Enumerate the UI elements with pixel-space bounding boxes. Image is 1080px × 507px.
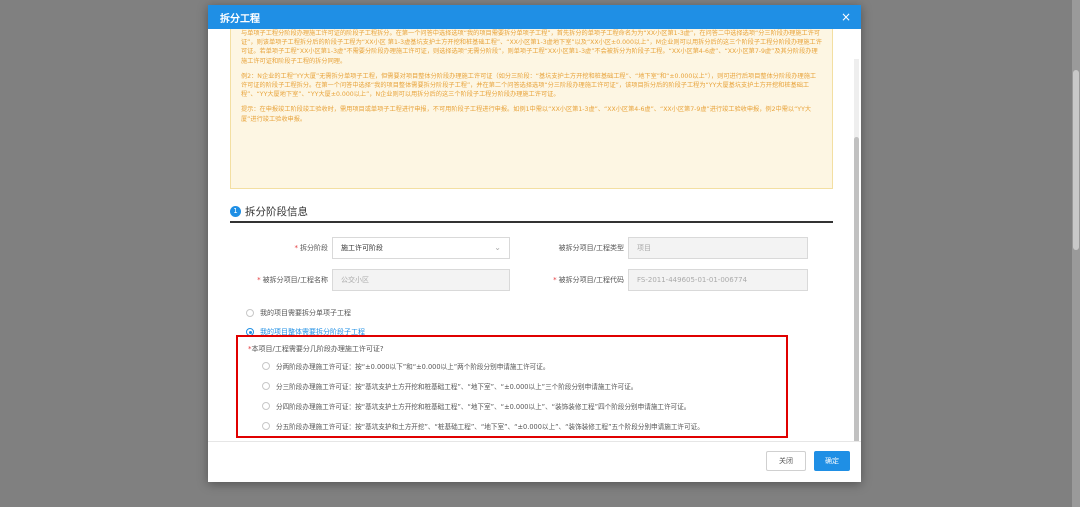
section-number: 1 [230, 205, 241, 217]
code-field: FS-2011-449605-01-01-006774 [628, 269, 808, 291]
split-option-single[interactable]: 我的项目需要拆分单项子工程 [246, 308, 351, 318]
dialog-footer: 关闭 确定 [208, 441, 861, 482]
split-project-dialog: 拆分工程 × 与单项子工程分阶段办理施工许可证的阶段子工程拆分。在第一个问答中选… [208, 5, 861, 482]
name-field: 公交小区 [332, 269, 510, 291]
stage-option-five-label: 分五阶段办理施工许可证：按“基坑支护和土方开挖”、“桩基础工程”、“地下室”、“… [276, 423, 704, 431]
stage-option-five[interactable]: 分五阶段办理施工许可证：按“基坑支护和土方开挖”、“桩基础工程”、“地下室”、“… [262, 421, 704, 431]
split-option-single-label: 我的项目需要拆分单项子工程 [260, 309, 351, 317]
question-label: *本项目/工程需要分几阶段办理施工许可证? [248, 345, 384, 353]
type-label: 被拆分项目/工程类型 [558, 244, 624, 252]
section-header: 1 拆分阶段信息 [230, 201, 833, 223]
stage-select-value: 施工许可阶段 [341, 244, 383, 252]
stage-option-two[interactable]: 分两阶段办理施工许可证：按“±0.000以下”和“±0.000以上”两个阶段分别… [262, 361, 549, 371]
dialog-header: 拆分工程 × [208, 5, 861, 29]
radio-unchecked-icon[interactable] [262, 422, 270, 430]
chevron-down-icon: ⌄ [494, 243, 501, 252]
notice-paragraph-2: 例2：N企业的工程“YY大厦”无需拆分单项子工程，但需要对项目整体分阶段办理施工… [241, 72, 817, 99]
form-row-name: * 被拆分项目/工程名称 公交小区 * 被拆分项目/工程代码 FS-2011-449… [208, 269, 861, 291]
stage-option-three[interactable]: 分三阶段办理施工许可证：按“基坑支护土方开挖和桩基础工程”、“地下室”、“±0.… [262, 381, 637, 391]
dialog-scrollbar[interactable] [854, 59, 859, 441]
radio-unchecked-icon[interactable] [262, 362, 270, 370]
section-title: 拆分阶段信息 [245, 205, 308, 218]
stage-label: * 拆分阶段 [294, 244, 329, 252]
form-row-stage: * 拆分阶段 施工许可阶段 ⌄ 被拆分项目/工程类型 项目 [208, 237, 861, 259]
confirm-button[interactable]: 确定 [814, 451, 850, 471]
radio-unchecked-icon[interactable] [262, 382, 270, 390]
stage-option-four-label: 分四阶段办理施工许可证：按“基坑支护土方开挖和桩基础工程”、“地下室”、“±0.… [276, 403, 691, 411]
stage-option-two-label: 分两阶段办理施工许可证：按“±0.000以下”和“±0.000以上”两个阶段分别… [276, 363, 550, 371]
close-icon[interactable]: × [841, 11, 851, 23]
notice-paragraph-1: 与单项子工程分阶段办理施工许可证的阶段子工程拆分。在第一个问答中选择选项“我的项… [241, 30, 822, 65]
stage-option-three-label: 分三阶段办理施工许可证：按“基坑支护土方开挖和桩基础工程”、“地下室”、“±0.… [276, 383, 638, 391]
dialog-title: 拆分工程 [220, 13, 260, 25]
page-scrollbar[interactable] [1072, 0, 1080, 507]
close-button[interactable]: 关闭 [766, 451, 806, 471]
stage-option-four[interactable]: 分四阶段办理施工许可证：按“基坑支护土方开挖和桩基础工程”、“地下室”、“±0.… [262, 401, 690, 411]
radio-unchecked-icon[interactable] [262, 402, 270, 410]
page-scrollbar-thumb[interactable] [1073, 70, 1079, 250]
dialog-scrollbar-thumb[interactable] [854, 137, 859, 441]
radio-unchecked-icon[interactable] [246, 309, 254, 317]
notice-paragraph-3: 提示：在申报竣工阶段竣工验收时，需用项目或单项子工程进行申报，不可用阶段子工程进… [241, 106, 812, 123]
dialog-body: 与单项子工程分阶段办理施工许可证的阶段子工程拆分。在第一个问答中选择选项“我的项… [208, 29, 861, 441]
stage-select[interactable]: 施工许可阶段 ⌄ [332, 237, 510, 259]
stage-count-question-box: *本项目/工程需要分几阶段办理施工许可证? 分两阶段办理施工许可证：按“±0.0… [236, 335, 788, 438]
code-label: * 被拆分项目/工程代码 [553, 276, 624, 284]
instructions-notice: 与单项子工程分阶段办理施工许可证的阶段子工程拆分。在第一个问答中选择选项“我的项… [230, 29, 833, 189]
name-label: * 被拆分项目/工程名称 [257, 276, 328, 284]
type-field: 项目 [628, 237, 808, 259]
